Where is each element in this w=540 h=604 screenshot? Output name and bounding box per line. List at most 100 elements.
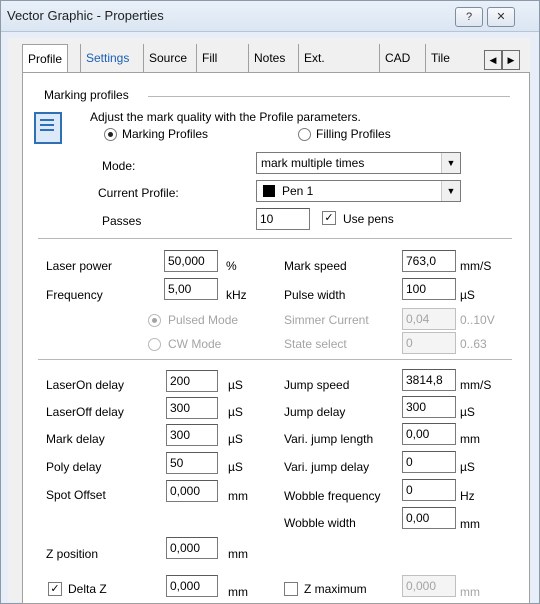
help-button[interactable]: ? (455, 7, 483, 27)
tab-tile[interactable]: Tile (425, 44, 455, 72)
cw-mode-label: CW Mode (168, 337, 222, 351)
cw-mode-radio[interactable] (148, 338, 161, 351)
section-separator (38, 238, 512, 239)
frequency-field[interactable]: 5,00 (164, 278, 218, 300)
title-bar: Vector Graphic - Properties ? ✕ (1, 1, 539, 32)
poly-delay-label: Poly delay (46, 460, 102, 474)
section-separator (38, 359, 512, 360)
jump-delay-field[interactable]: 300 (402, 396, 456, 418)
filling-profiles-radio[interactable] (298, 128, 311, 141)
group-separator (148, 96, 510, 97)
jump-speed-label: Jump speed (284, 378, 350, 392)
vari-jump-length-field[interactable]: 0,00 (402, 423, 456, 445)
laseroff-delay-label: LaserOff delay (46, 405, 124, 419)
jump-speed-field[interactable]: 3814,8 (402, 369, 456, 391)
pulsed-mode-label: Pulsed Mode (168, 313, 239, 327)
passes-field[interactable]: 10 (256, 208, 310, 230)
delta-z-unit: mm (228, 585, 248, 599)
pulse-width-unit: µS (460, 288, 475, 302)
marking-profiles-radio[interactable] (104, 128, 117, 141)
z-position-label: Z position (46, 547, 99, 561)
window-title: Vector Graphic - Properties (7, 8, 164, 23)
laseron-delay-label: LaserOn delay (46, 378, 125, 392)
pulse-width-label: Pulse width (284, 288, 346, 302)
wobble-width-field[interactable]: 0,00 (402, 507, 456, 529)
use-pens-label: Use pens (343, 212, 394, 226)
pulsed-mode-radio[interactable] (148, 314, 161, 327)
mark-delay-field[interactable]: 300 (166, 424, 218, 446)
wobble-frequency-field[interactable]: 0 (402, 479, 456, 501)
chevron-down-icon[interactable]: ▼ (441, 181, 460, 201)
z-position-field[interactable]: 0,000 (166, 537, 218, 559)
z-maximum-unit: mm (460, 585, 480, 599)
filling-profiles-radio-label: Filling Profiles (316, 127, 391, 141)
laser-power-label: Laser power (46, 259, 113, 273)
state-select-range: 0..63 (460, 337, 487, 351)
use-pens-checkbox[interactable]: ✓ (322, 211, 336, 225)
tab-notes[interactable]: Notes (248, 44, 290, 72)
delta-z-field[interactable]: 0,000 (166, 575, 218, 597)
wobble-frequency-label: Wobble frequency (284, 489, 381, 503)
tab-scroll-left-icon[interactable]: ◀ (484, 50, 502, 70)
z-maximum-label: Z maximum (304, 582, 367, 596)
laser-power-unit: % (226, 259, 237, 273)
z-maximum-field[interactable]: 0,000 (402, 575, 456, 597)
wobble-width-label: Wobble width (284, 516, 356, 530)
state-select-label: State select (284, 337, 347, 351)
vari-jump-length-unit: mm (460, 432, 480, 446)
passes-label: Passes (102, 214, 142, 228)
spot-offset-label: Spot Offset (46, 488, 106, 502)
simmer-current-field[interactable]: 0,04 (402, 308, 456, 330)
laseroff-delay-field[interactable]: 300 (166, 397, 218, 419)
frequency-label: Frequency (46, 288, 103, 302)
mark-speed-unit: mm/S (460, 259, 492, 273)
mark-delay-unit: µS (228, 432, 243, 446)
poly-delay-field[interactable]: 50 (166, 452, 218, 474)
wobble-frequency-unit: Hz (460, 489, 475, 503)
tab-source[interactable]: Source (143, 44, 192, 72)
tab-profile[interactable]: Profile (22, 44, 69, 75)
mode-label: Mode: (102, 159, 136, 173)
profile-document-icon (34, 112, 62, 144)
marking-profiles-group-label: Marking profiles (44, 88, 129, 102)
mode-select[interactable]: mark multiple times ▼ (256, 152, 461, 174)
vari-jump-length-label: Vari. jump length (284, 432, 374, 446)
z-maximum-checkbox[interactable] (284, 582, 298, 596)
laser-power-field[interactable]: 50,000 (164, 250, 218, 272)
marking-profiles-radio-label: Marking Profiles (122, 127, 209, 141)
tab-cad[interactable]: CAD (379, 44, 415, 72)
tab-ext-control[interactable]: Ext. Control (298, 44, 348, 93)
current-profile-text: Pen 1 (282, 184, 314, 198)
mode-select-value: mark multiple times (261, 156, 365, 170)
profile-hint-text: Adjust the mark quality with the Profile… (90, 110, 361, 124)
chevron-down-icon[interactable]: ▼ (441, 153, 460, 173)
pulse-width-field[interactable]: 100 (402, 278, 456, 300)
jump-delay-label: Jump delay (284, 405, 346, 419)
mark-speed-label: Mark speed (284, 259, 347, 273)
jump-speed-unit: mm/S (460, 378, 492, 392)
vari-jump-delay-unit: µS (460, 460, 475, 474)
simmer-current-range: 0..10V (460, 313, 495, 327)
simmer-current-label: Simmer Current (284, 313, 369, 327)
laseroff-delay-unit: µS (228, 405, 243, 419)
close-button[interactable]: ✕ (487, 7, 515, 27)
frequency-unit: kHz (226, 288, 247, 302)
tab-settings[interactable]: Settings (80, 44, 134, 72)
vari-jump-delay-label: Vari. jump delay (284, 460, 370, 474)
spot-offset-field[interactable]: 0,000 (166, 480, 218, 502)
z-position-unit: mm (228, 547, 248, 561)
delta-z-label: Delta Z (68, 582, 107, 596)
delta-z-checkbox[interactable]: ✓ (48, 582, 62, 596)
laseron-delay-field[interactable]: 200 (166, 370, 218, 392)
wobble-width-unit: mm (460, 517, 480, 531)
tab-scroll-right-icon[interactable]: ▶ (502, 50, 520, 70)
laseron-delay-unit: µS (228, 378, 243, 392)
mark-delay-label: Mark delay (46, 432, 105, 446)
current-profile-select[interactable]: Pen 1 ▼ (256, 180, 461, 202)
current-profile-value: Pen 1 (263, 181, 313, 201)
tab-fill[interactable]: Fill (196, 44, 222, 72)
poly-delay-unit: µS (228, 460, 243, 474)
mark-speed-field[interactable]: 763,0 (402, 250, 456, 272)
vari-jump-delay-field[interactable]: 0 (402, 451, 456, 473)
state-select-field[interactable]: 0 (402, 332, 456, 354)
